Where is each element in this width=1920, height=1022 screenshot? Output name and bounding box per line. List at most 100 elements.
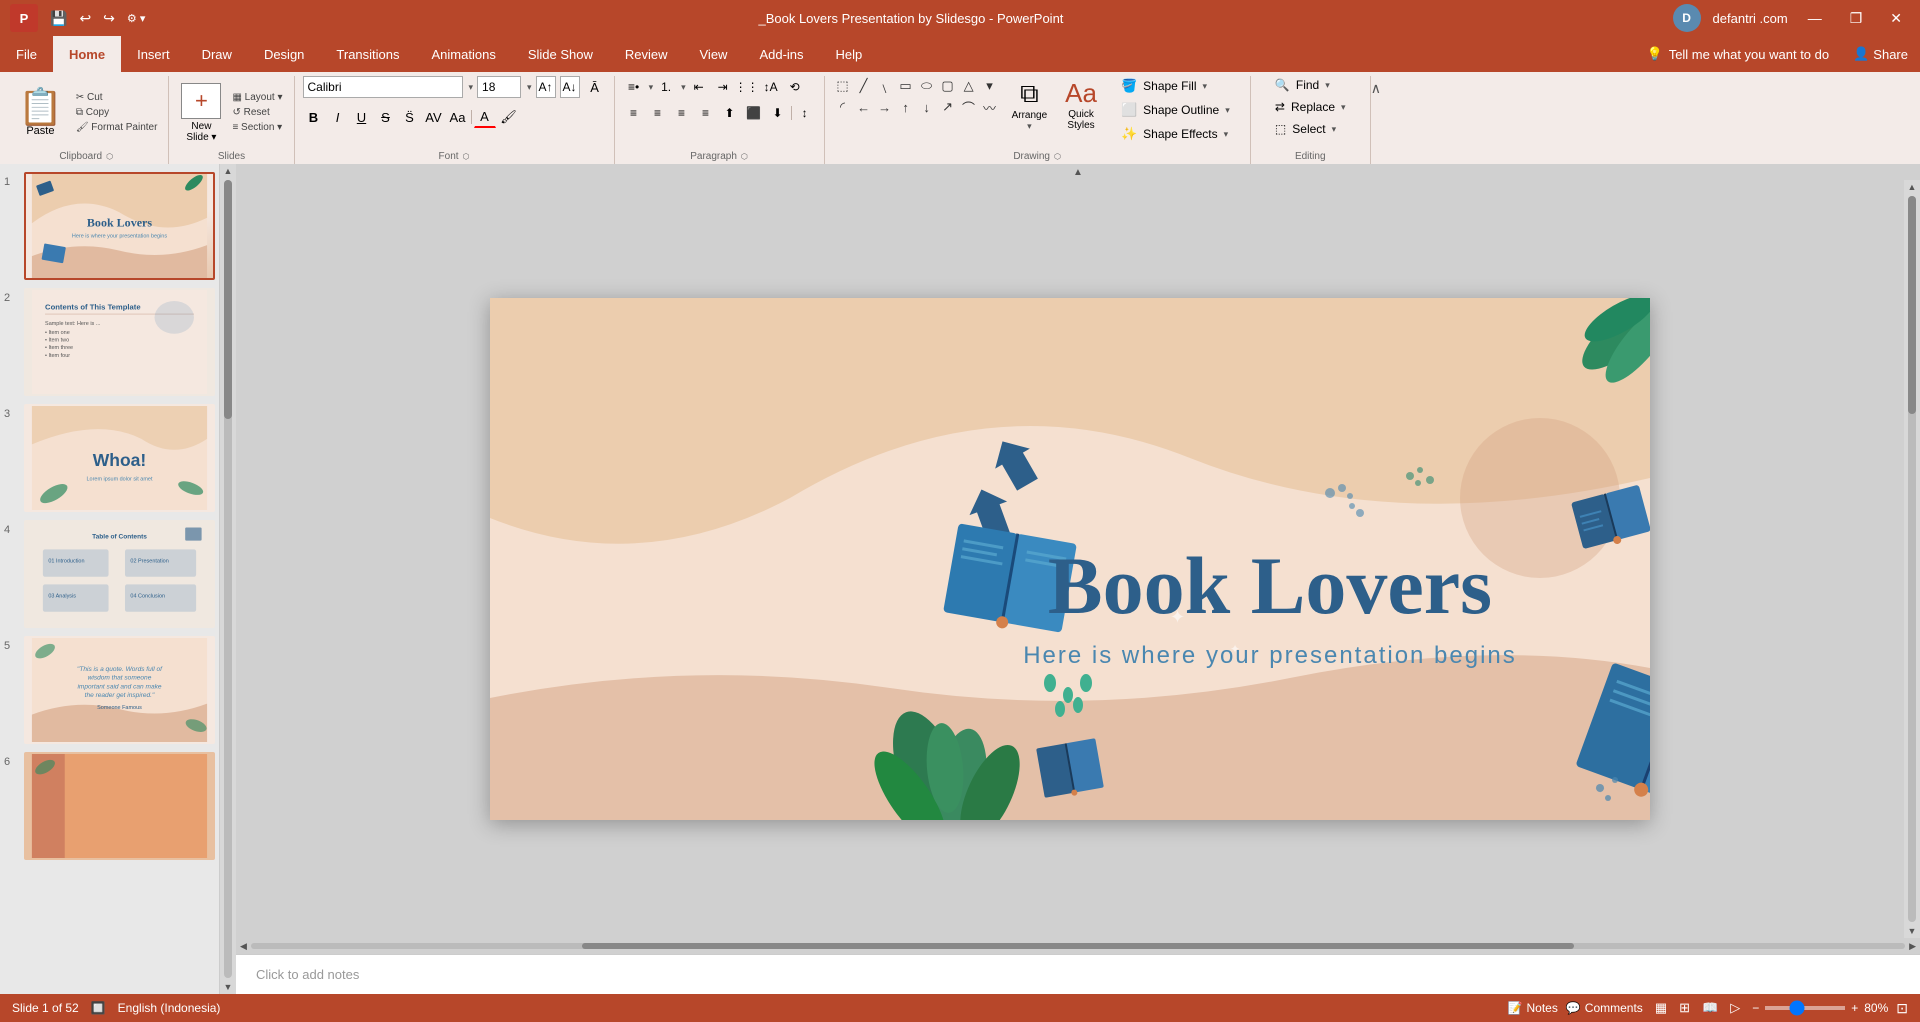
arrow-down-shape[interactable]: ↓ bbox=[917, 97, 937, 117]
save-button[interactable]: 💾 bbox=[46, 8, 71, 29]
rect2-shape-button[interactable]: ▢ bbox=[938, 76, 958, 96]
arc-shape-button[interactable]: ◜ bbox=[833, 97, 853, 117]
arrow-right-shape[interactable]: → bbox=[875, 97, 895, 117]
undo-button[interactable]: ↩ bbox=[75, 8, 95, 29]
zoom-slider[interactable] bbox=[1765, 1006, 1845, 1010]
shape-effects-button[interactable]: ✨ Shape Effects ▾ bbox=[1117, 124, 1234, 144]
slide-item[interactable]: 6 bbox=[4, 752, 215, 860]
share-button[interactable]: 👤 Share bbox=[1841, 46, 1920, 62]
drawing-expand-icon[interactable]: ⬡ bbox=[1054, 152, 1061, 161]
numbering-button[interactable]: 1. bbox=[655, 76, 677, 98]
align-right-button[interactable]: ≡ bbox=[671, 102, 693, 124]
curve-shape[interactable]: ⌒ bbox=[959, 97, 979, 117]
scroll-right-button[interactable]: ▶ bbox=[1909, 941, 1916, 952]
slide-thumbnail-3[interactable]: Whoa! Lorem ipsum dolor sit amet bbox=[24, 404, 215, 512]
columns-button[interactable]: ⋮⋮ bbox=[736, 76, 758, 98]
slide-thumbnail-6[interactable] bbox=[24, 752, 215, 860]
slide-scroll-track[interactable] bbox=[224, 180, 232, 978]
slide-item[interactable]: 4 Table of Contents 01 Introduction bbox=[4, 520, 215, 628]
bullets-arrow[interactable]: ▾ bbox=[649, 82, 654, 93]
minimize-button[interactable]: — bbox=[1800, 8, 1830, 28]
customize-button[interactable]: ⚙ ▾ bbox=[123, 10, 149, 27]
quick-styles-button[interactable]: Aa Quick Styles bbox=[1059, 76, 1103, 133]
font-size-arrow[interactable]: ▾ bbox=[527, 82, 532, 93]
slide-item[interactable]: 3 Whoa! Lorem ipsum dolor sit amet bbox=[4, 404, 215, 512]
line2-shape-button[interactable]: ﹨ bbox=[875, 76, 895, 96]
clipboard-expand-icon[interactable]: ⬡ bbox=[106, 152, 113, 161]
shape-fill-arrow[interactable]: ▾ bbox=[1203, 81, 1208, 92]
new-slide-button[interactable]: + New Slide ▾ bbox=[177, 83, 225, 143]
slide-scroll-down-button[interactable]: ▼ bbox=[222, 980, 235, 994]
character-spacing-button[interactable]: AV bbox=[423, 106, 445, 128]
decrease-indent-button[interactable]: ⇤ bbox=[688, 76, 710, 98]
cut-button[interactable]: ✂ Cut bbox=[73, 91, 161, 104]
find-button[interactable]: 🔍 Find ▾ bbox=[1271, 76, 1350, 94]
numbering-arrow[interactable]: ▾ bbox=[681, 82, 686, 93]
zoom-out-button[interactable]: − bbox=[1752, 1001, 1759, 1015]
font-name-arrow[interactable]: ▾ bbox=[469, 82, 474, 93]
bullets-button[interactable]: ≡• bbox=[623, 76, 645, 98]
text-direction-button[interactable]: ↕A bbox=[760, 76, 782, 98]
zoom-in-button[interactable]: + bbox=[1851, 1001, 1858, 1015]
tab-home[interactable]: Home bbox=[53, 36, 121, 72]
arrow-up-shape[interactable]: ↑ bbox=[896, 97, 916, 117]
line-spacing-button[interactable]: ↕ bbox=[794, 102, 816, 124]
slide-item[interactable]: 2 Contents of This Template Sample text:… bbox=[4, 288, 215, 396]
font-name-input[interactable] bbox=[303, 76, 463, 98]
slide-canvas[interactable]: ✦ ✦ ✦ Book Lovers Here is where your pre… bbox=[490, 298, 1650, 820]
select-arrow[interactable]: ▾ bbox=[1332, 124, 1337, 135]
align-bottom-button[interactable]: ⬇ bbox=[767, 102, 789, 124]
justify-button[interactable]: ≡ bbox=[695, 102, 717, 124]
restore-button[interactable]: ❐ bbox=[1842, 8, 1871, 29]
shapes-more-button[interactable]: ▾ bbox=[980, 76, 1000, 96]
line-shape-button[interactable]: ╱ bbox=[854, 76, 874, 96]
arrow-left-shape[interactable]: ← bbox=[854, 97, 874, 117]
bold-button[interactable]: B bbox=[303, 106, 325, 128]
tab-file[interactable]: File bbox=[0, 36, 53, 72]
notes-area[interactable]: Click to add notes bbox=[236, 954, 1920, 994]
slide-sorter-button[interactable]: ⊞ bbox=[1675, 998, 1694, 1018]
shape-outline-button[interactable]: ⬜ Shape Outline ▾ bbox=[1117, 100, 1234, 120]
paste-button[interactable]: 📋 Paste bbox=[12, 85, 69, 141]
tab-insert[interactable]: Insert bbox=[121, 36, 186, 72]
tab-help[interactable]: Help bbox=[820, 36, 879, 72]
align-left-button[interactable]: ≡ bbox=[623, 102, 645, 124]
slide-thumbnail-4[interactable]: Table of Contents 01 Introduction 02 Pre… bbox=[24, 520, 215, 628]
slide-item[interactable]: 5 "This is a quote. Words full of wisdom… bbox=[4, 636, 215, 744]
shadow-button[interactable]: S̈ bbox=[399, 106, 421, 128]
align-middle-button[interactable]: ⬛ bbox=[743, 102, 765, 124]
format-painter-button[interactable]: 🖌 Format Painter bbox=[73, 121, 161, 134]
tab-animations[interactable]: Animations bbox=[416, 36, 512, 72]
shape-fill-button[interactable]: 🪣 Shape Fill ▾ bbox=[1117, 76, 1234, 96]
align-center-button[interactable]: ≡ bbox=[647, 102, 669, 124]
decrease-font-size-button[interactable]: A↓ bbox=[560, 76, 580, 98]
find-arrow[interactable]: ▾ bbox=[1325, 80, 1330, 91]
tab-design[interactable]: Design bbox=[248, 36, 320, 72]
section-button[interactable]: ≡ Section ▾ bbox=[229, 121, 285, 134]
scroll-up-button[interactable]: ▲ bbox=[1073, 167, 1083, 178]
comments-button[interactable]: 💬 Comments bbox=[1566, 1001, 1643, 1015]
arrange-button[interactable]: ⧉ Arrange ▾ bbox=[1006, 76, 1054, 134]
tab-review[interactable]: Review bbox=[609, 36, 684, 72]
close-button[interactable]: ✕ bbox=[1882, 8, 1910, 29]
underline-button[interactable]: U bbox=[351, 106, 373, 128]
increase-indent-button[interactable]: ⇥ bbox=[712, 76, 734, 98]
normal-view-button[interactable]: ▦ bbox=[1651, 998, 1671, 1018]
slide-thumbnail-5[interactable]: "This is a quote. Words full of wisdom t… bbox=[24, 636, 215, 744]
slide-scroll-up-button[interactable]: ▲ bbox=[222, 164, 235, 178]
circle-shape-button[interactable]: ⬭ bbox=[917, 76, 937, 96]
text-highlight-button[interactable]: 🖌 bbox=[498, 106, 520, 128]
tab-view[interactable]: View bbox=[684, 36, 744, 72]
tab-addins[interactable]: Add-ins bbox=[743, 36, 819, 72]
slide-item[interactable]: 1 Book Lovers Here is where your p bbox=[4, 172, 215, 280]
paragraph-expand-icon[interactable]: ⬡ bbox=[741, 152, 748, 161]
tab-draw[interactable]: Draw bbox=[186, 36, 248, 72]
slide-thumbnail-2[interactable]: Contents of This Template Sample text: H… bbox=[24, 288, 215, 396]
font-expand-icon[interactable]: ⬡ bbox=[463, 152, 470, 161]
collapse-ribbon-button[interactable]: ∧ bbox=[1371, 80, 1381, 97]
scroll-left-button[interactable]: ◀ bbox=[240, 941, 247, 952]
italic-button[interactable]: I bbox=[327, 106, 349, 128]
replace-arrow[interactable]: ▾ bbox=[1341, 102, 1346, 113]
select-shape-button[interactable]: ⬚ bbox=[833, 76, 853, 96]
redo-button[interactable]: ↪ bbox=[99, 8, 119, 29]
